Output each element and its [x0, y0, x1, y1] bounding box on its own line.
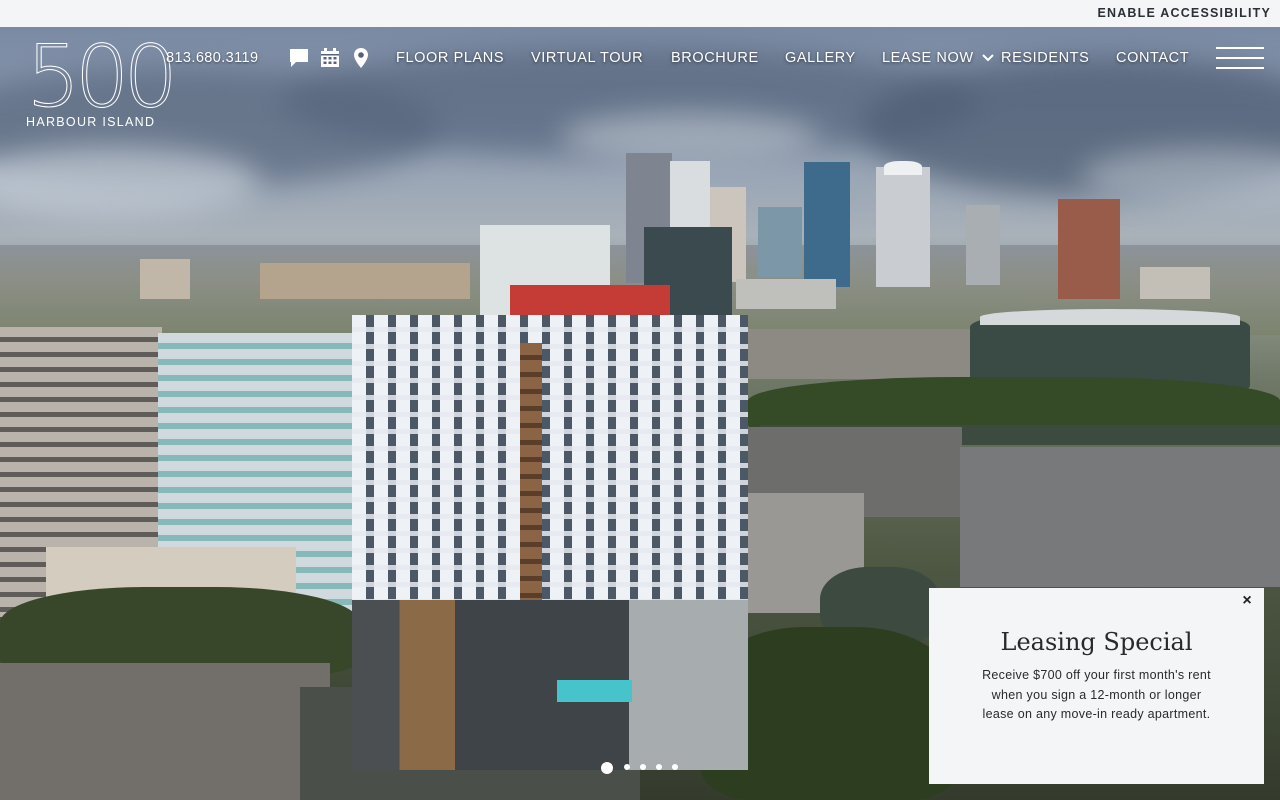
carousel-dot-4[interactable]: [656, 764, 662, 770]
carousel-dot-3[interactable]: [640, 764, 646, 770]
nav-virtual-tour[interactable]: VIRTUAL TOUR: [531, 50, 643, 70]
nav-lease-now[interactable]: LEASE NOW: [882, 50, 994, 70]
phone-link[interactable]: 813.680.3119: [166, 50, 258, 66]
nav-residents[interactable]: RESIDENTS: [1001, 50, 1089, 70]
nav-floor-plans[interactable]: FLOOR PLANS: [396, 50, 504, 70]
calendar-icon[interactable]: [319, 47, 341, 69]
location-pin-icon[interactable]: [350, 47, 372, 69]
popup-body: Receive $700 off your first month's rent…: [982, 668, 1211, 721]
popup-title: Leasing Special: [1000, 628, 1193, 656]
logo[interactable]: 500 HARBOUR ISLAND: [25, 34, 178, 130]
nav-brochure[interactable]: BROCHURE: [671, 50, 759, 70]
close-icon[interactable]: ×: [1238, 592, 1256, 610]
enable-accessibility-link[interactable]: ENABLE ACCESSIBILITY: [1097, 6, 1271, 20]
carousel-dot-5[interactable]: [672, 764, 678, 770]
nav-gallery[interactable]: GALLERY: [785, 50, 856, 70]
nav-contact[interactable]: CONTACT: [1116, 50, 1189, 70]
leasing-special-popup: × Leasing Special Receive $700 off your …: [929, 588, 1264, 784]
chat-icon[interactable]: [288, 47, 310, 69]
carousel-dot-1[interactable]: [601, 762, 613, 774]
chevron-down-icon: [982, 50, 994, 66]
accessibility-bar: ENABLE ACCESSIBILITY: [0, 0, 1280, 27]
nav-lease-now-label: LEASE NOW: [882, 50, 974, 66]
logo-number: 500: [25, 27, 178, 127]
hamburger-menu-icon[interactable]: [1216, 47, 1264, 69]
logo-subtitle: HARBOUR ISLAND: [26, 115, 156, 129]
carousel-dot-2[interactable]: [624, 764, 630, 770]
